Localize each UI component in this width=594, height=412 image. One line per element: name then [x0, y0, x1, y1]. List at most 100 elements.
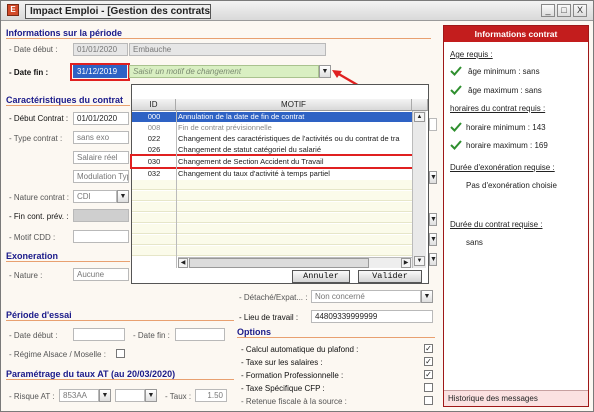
section-essai-title: Période d'essai [6, 310, 234, 321]
validate-button[interactable]: Valider [358, 270, 422, 283]
vertical-scrollbar[interactable]: ▲ ▼ [412, 111, 426, 268]
motif-table-header: ID MOTIF [132, 99, 428, 111]
title-bar: E Impact Emploi - [Gestion des contrats]… [1, 1, 593, 21]
nature-contrat-select[interactable]: CDI [73, 190, 117, 203]
chevron-down-icon[interactable]: ▼ [145, 389, 157, 402]
motif-row-id: 032 [147, 169, 161, 178]
lieu-travail-field[interactable]: 44809339999999 [311, 310, 433, 323]
age-max-text: âge maximum : sans [468, 86, 542, 95]
empty-row [132, 180, 412, 190]
duree-requise-label: Durée du contrat requise : [450, 220, 543, 229]
date-debut-label: - Date début : [9, 45, 58, 54]
option-cfp-label: - Taxe Spécifique CFP : [241, 384, 325, 393]
col-id-header[interactable]: ID [132, 99, 176, 111]
cancel-button[interactable]: Annuler [292, 270, 350, 283]
minimize-button[interactable]: _ [541, 4, 555, 17]
scroll-left-icon[interactable]: ◀ [178, 258, 188, 268]
col-motif-header[interactable]: MOTIF [176, 99, 412, 111]
detache-select[interactable]: Non concerné [311, 290, 421, 303]
motif-row-text: Changement du taux d'activité à temps pa… [178, 169, 330, 178]
date-debut-field[interactable]: 01/01/2020 [73, 43, 128, 56]
option-retenue-checkbox[interactable] [424, 396, 433, 405]
chevron-down-icon[interactable]: ▼ [421, 290, 433, 303]
date-debut-note: Embauche [129, 43, 326, 56]
option-taxe-salaires-label: - Taxe sur les salaires : [241, 358, 323, 367]
section-caracteristiques-title: Caractéristiques du contrat [6, 95, 130, 106]
option-plafond-label: - Calcul automatique du plafond : [241, 345, 359, 354]
option-plafond-checkbox[interactable]: ✓ [424, 344, 433, 353]
maximize-button[interactable]: □ [557, 4, 571, 17]
option-formation-label: - Formation Professionnelle : [241, 371, 344, 380]
check-icon [450, 140, 462, 150]
salaire-field[interactable]: Salaire réel [73, 151, 129, 164]
taux-field[interactable]: 1.50 [195, 389, 227, 402]
modulation-field[interactable]: Modulation Typ [73, 170, 129, 183]
info-contrat-panel: Informations contrat Age requis : âge mi… [443, 25, 589, 407]
motif-cdd-label: - Motif CDD : [9, 233, 56, 242]
scroll-thumb[interactable] [189, 258, 369, 268]
chevron-down-icon[interactable]: ▼ [429, 253, 437, 266]
motif-row[interactable]: 022 Changement des caractéristiques de l… [132, 134, 412, 144]
option-formation-checkbox[interactable]: ✓ [424, 370, 433, 379]
application-window: E Impact Emploi - [Gestion des contrats]… [0, 0, 594, 412]
info-panel-title: Informations contrat [444, 26, 588, 42]
id-column-divider [176, 111, 177, 268]
type-contrat-label: - Type contrat : [9, 134, 63, 143]
scroll-down-icon[interactable]: ▼ [414, 256, 425, 266]
exo-requise-value: Pas d'exonération choisie [466, 181, 557, 190]
motif-row[interactable]: 000 Annulation de la date de fin de cont… [132, 112, 412, 122]
debut-contrat-field[interactable]: 01/01/2020 [73, 112, 129, 125]
check-icon [450, 66, 462, 76]
motif-row[interactable]: 008 Fin de contrat prévisionnelle [132, 123, 412, 133]
motif-row-id: 008 [147, 123, 161, 132]
motif-row-text: Annulation de la date de fin de contrat [178, 112, 305, 121]
chevron-down-icon[interactable]: ▼ [117, 190, 129, 203]
section-periode-title: Informations sur la période [6, 28, 431, 39]
hidden-field-stub [429, 118, 437, 131]
option-taxe-salaires-checkbox[interactable]: ✓ [424, 357, 433, 366]
exo-nature-select[interactable]: Aucune [73, 268, 129, 281]
essai-date-fin-field[interactable] [175, 328, 225, 341]
type-contrat-field[interactable]: sans exo [73, 131, 129, 144]
chevron-down-icon[interactable]: ▼ [429, 213, 437, 226]
essai-date-fin-label: - Date fin : [133, 331, 170, 340]
section-taux-at-title: Paramétrage du taux AT (au 20/03/2020) [6, 369, 234, 380]
motif-row-highlight [130, 154, 424, 169]
date-fin-field[interactable]: 31/12/2019 [73, 65, 127, 78]
empty-row [132, 246, 412, 256]
historique-messages-button[interactable]: Historique des messages [444, 390, 588, 406]
risque-at-select[interactable]: 853AA [59, 389, 99, 402]
chevron-down-icon[interactable]: ▼ [99, 389, 111, 402]
option-cfp-checkbox[interactable] [424, 383, 433, 392]
detache-label: - Détaché/Expat... : [239, 293, 308, 302]
motif-popup: ID MOTIF 000 Annulation de la date de fi… [130, 84, 429, 284]
scroll-right-icon[interactable]: ▶ [401, 258, 411, 268]
essai-date-debut-label: - Date début : [9, 331, 58, 340]
chevron-down-icon[interactable]: ▼ [429, 171, 437, 184]
motif-row[interactable]: 032 Changement du taux d'activité à temp… [132, 169, 412, 179]
regime-checkbox[interactable] [116, 349, 125, 358]
empty-row [132, 191, 412, 201]
exo-requise-label: Durée d'exonération requise : [450, 163, 555, 172]
window-title: Impact Emploi - [Gestion des contrats] [25, 4, 211, 19]
essai-date-debut-field[interactable] [73, 328, 125, 341]
motif-cdd-field[interactable] [73, 230, 129, 243]
check-icon [450, 85, 462, 95]
horizontal-scrollbar[interactable]: ◀ ▶ [178, 257, 412, 268]
motif-row-text: Fin de contrat prévisionnelle [178, 123, 272, 132]
lieu-travail-label: - Lieu de travail : [239, 313, 299, 322]
empty-row [132, 202, 412, 212]
chevron-down-icon[interactable]: ▼ [429, 233, 437, 246]
risque-at-code-select[interactable] [115, 389, 145, 402]
taux-label: - Taux : [165, 392, 192, 401]
section-options-title: Options [237, 327, 435, 338]
empty-row [132, 235, 412, 245]
horaire-max-text: horaire maximum : 169 [466, 141, 548, 150]
motif-changement-select[interactable]: Saisir un motif de changement [129, 65, 319, 78]
close-button[interactable]: X [573, 4, 587, 17]
fin-prev-field[interactable] [73, 209, 129, 222]
scroll-up-icon[interactable]: ▲ [414, 112, 425, 122]
fin-prev-label: - Fin cont. prév. : [9, 212, 69, 221]
risque-at-label: - Risque AT : [9, 392, 55, 401]
date-fin-label: - Date fin : [9, 68, 49, 77]
